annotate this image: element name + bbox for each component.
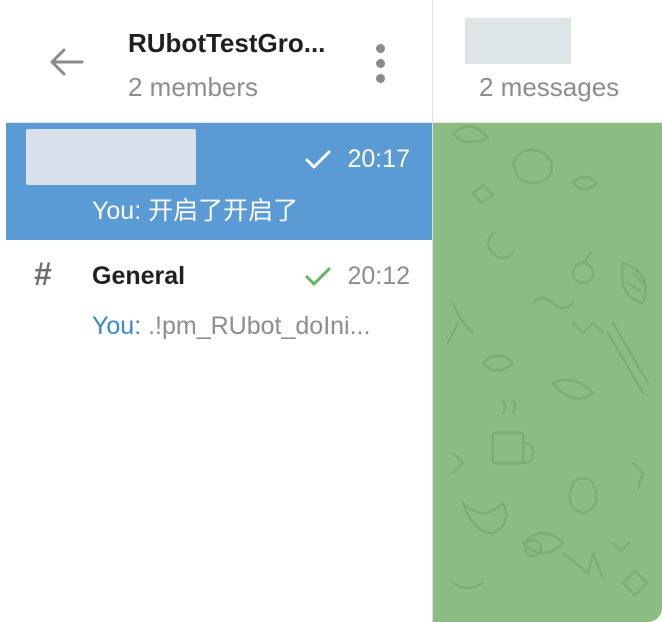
check-icon [304,266,332,293]
chat-name-redacted [26,129,196,185]
chat-last-message: You: .!pm_RUbot_doIni... [92,312,370,341]
members-count: 2 members [128,72,259,102]
chat-header: 2 messages [433,0,662,123]
app-window: RUbotTestGro... 2 members 20:17 You: 开启了… [0,0,662,622]
chat-row-selected[interactable]: 20:17 You: 开启了开启了 [6,123,432,240]
chat-background [433,123,662,622]
chat-panel: 2 messages [433,0,662,622]
chat-title-redacted [465,18,571,64]
message-count: 2 messages [479,72,620,102]
chat-time: 20:12 [347,262,410,290]
sender-label: You: [92,312,142,340]
chat-list-panel: RUbotTestGro... 2 members 20:17 You: 开启了… [6,0,432,622]
doodle-pattern [446,125,650,597]
chat-time: 20:17 [347,145,410,173]
group-header: RUbotTestGro... 2 members [6,0,432,123]
chat-name: General [92,262,186,290]
chat-last-message: You: 开启了开启了 [92,197,299,225]
check-icon [304,149,332,176]
back-arrow-icon[interactable] [46,42,86,82]
hash-icon: # [34,256,52,292]
chat-row-general[interactable]: # General 20:12 You: .!pm_RUbot_doIni... [6,240,432,350]
more-vertical-icon[interactable] [368,42,392,86]
message-preview: .!pm_RUbot_doIni... [148,312,371,340]
group-title: RUbotTestGro... [128,28,326,58]
